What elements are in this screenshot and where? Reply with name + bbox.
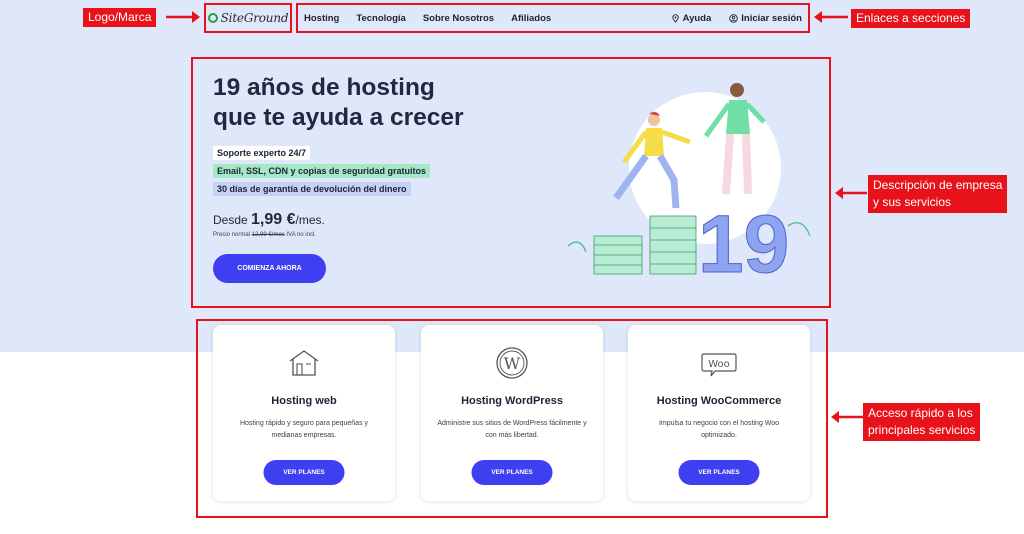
annotation-hero-line1: Descripción de empresa <box>873 178 1003 192</box>
annotation-logo: Logo/Marca <box>83 8 157 27</box>
annotation-hero: Descripción de empresa y sus servicios <box>868 175 1008 213</box>
hero-title-line2: que te ayuda a crecer <box>213 104 464 131</box>
arrow-left-icon <box>814 11 848 23</box>
annotation-nav: Enlaces a secciones <box>851 9 971 28</box>
main-nav: Hosting Tecnología Sobre Nosotros Afilia… <box>296 3 810 33</box>
arrow-left-icon <box>831 411 863 423</box>
user-icon <box>729 13 738 23</box>
start-now-button[interactable]: COMIENZA AHORA <box>213 254 326 283</box>
siteground-logo-icon <box>207 13 218 23</box>
see-plans-button[interactable]: VER PLANES <box>263 460 345 485</box>
badge-guarantee: 30 días de garantía de devolución del di… <box>213 182 411 196</box>
annotation-hero-line2: y sus servicios <box>873 195 952 209</box>
badge-free-services: Email, SSL, CDN y copias de seguridad gr… <box>213 164 431 178</box>
price-amount: 1,99 € <box>251 211 296 228</box>
annotation-cards-line1: Acceso rápido a los <box>868 406 973 420</box>
server-stack-icon <box>593 215 697 275</box>
annotation-cards: Acceso rápido a los principales servicio… <box>863 403 981 441</box>
price-suffix: /mes. <box>295 213 325 227</box>
card-hosting-woocommerce: Woo Hosting WooCommerce Impulsa tu negoc… <box>628 325 810 501</box>
woo-icon: Woo <box>701 353 737 377</box>
hero-title-line1: 19 años de hosting <box>213 74 435 101</box>
nav-sobre-nosotros[interactable]: Sobre Nosotros <box>423 13 494 24</box>
wordpress-icon: W <box>496 347 528 379</box>
help-link[interactable]: Ayuda <box>671 12 712 24</box>
price-note-old: 12,99 €/mes <box>251 232 285 238</box>
card-description: Administre sus sitios de WordPress fácil… <box>437 420 587 439</box>
price: Desde 1,99 €/mes. <box>213 211 325 229</box>
svg-text:Woo: Woo <box>708 359 730 370</box>
svg-text:W: W <box>504 354 521 373</box>
price-prefix: Desde <box>213 213 248 227</box>
hero-illustration: 19 <box>567 83 811 282</box>
logo-text: SiteGround <box>220 11 289 25</box>
nav-utility: Ayuda Iniciar sesión <box>653 13 802 24</box>
card-title: Hosting WordPress <box>461 395 563 407</box>
price-note-prefix: Precio normal <box>213 232 251 238</box>
see-plans-button[interactable]: VER PLANES <box>471 460 553 485</box>
location-pin-icon <box>671 13 679 23</box>
login-label: Iniciar sesión <box>741 12 802 24</box>
illustration-number: 19 <box>698 199 789 282</box>
logo[interactable]: SiteGround <box>204 3 292 33</box>
login-link[interactable]: Iniciar sesión <box>729 13 802 24</box>
nav-hosting[interactable]: Hosting <box>304 13 339 24</box>
annotation-cards-line2: principales servicios <box>868 423 976 437</box>
see-plans-button[interactable]: VER PLANES <box>678 460 760 485</box>
card-title: Hosting WooCommerce <box>656 395 782 407</box>
badge-support: Soporte experto 24/7 <box>213 146 311 160</box>
house-icon <box>289 350 319 376</box>
card-description: Impulsa tu negocio con el hosting Woo op… <box>658 420 780 439</box>
help-label: Ayuda <box>682 12 712 24</box>
card-hosting-web: Hosting web Hosting rápido y seguro para… <box>213 325 395 501</box>
hero-title: 19 años de hosting que te ayuda a crecer <box>213 73 464 133</box>
price-note-suffix: IVA no incl. <box>286 232 316 238</box>
card-description: Hosting rápido y seguro para pequeñas y … <box>239 420 369 439</box>
card-title: Hosting web <box>271 395 337 407</box>
nav-afiliados[interactable]: Afiliados <box>511 13 551 24</box>
arrow-left-icon <box>835 187 867 199</box>
arrow-right-icon <box>166 11 200 23</box>
nav-tecnologia[interactable]: Tecnología <box>356 13 405 24</box>
card-hosting-wordpress: W Hosting WordPress Administre sus sitio… <box>421 325 603 501</box>
price-note: Precio normal 12,99 €/mes IVA no incl. <box>213 232 316 238</box>
